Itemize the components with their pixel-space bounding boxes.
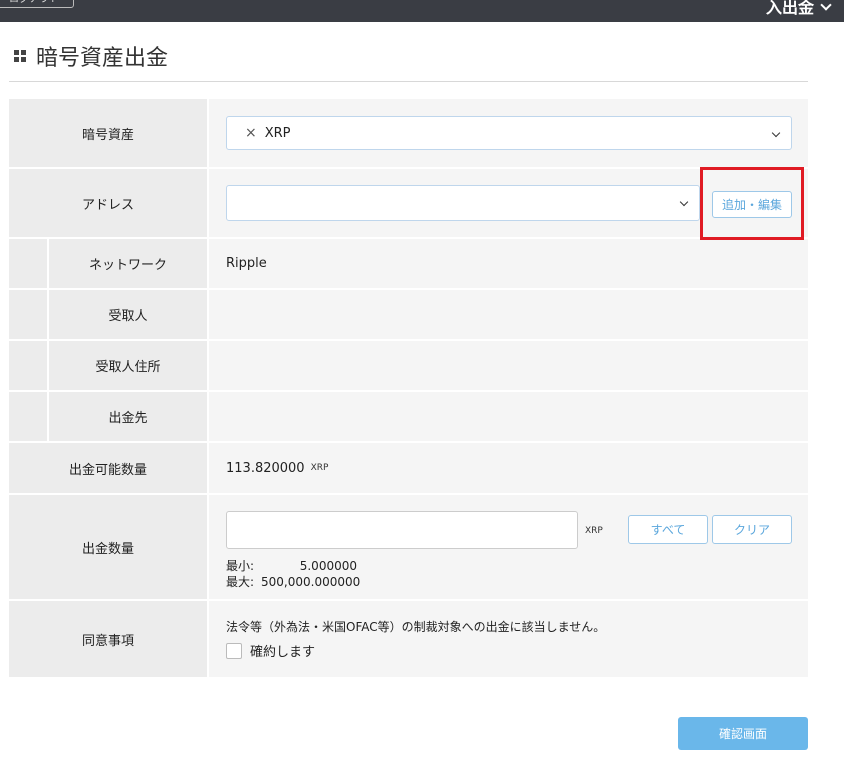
confirm-button[interactable]: 確認画面 [678, 717, 808, 750]
available-row: 出金可能数量 113.820000 XRP [9, 443, 808, 495]
network-row: ネットワーク Ripple [9, 239, 808, 290]
max-value: 500,000.000000 [261, 575, 361, 589]
amount-input[interactable] [226, 511, 578, 549]
highlight-box [700, 167, 804, 240]
logout-button[interactable]: ログアウト [0, 0, 74, 8]
consent-label: 同意事項 [9, 601, 207, 677]
available-unit: XRP [310, 463, 329, 473]
chevron-down-icon [771, 128, 781, 138]
recipient-row: 受取人 [9, 290, 808, 341]
menu-label: 入出金 [765, 0, 814, 17]
amount-unit: XRP [585, 526, 603, 536]
clear-icon[interactable]: × [245, 125, 257, 141]
chevron-down-icon [820, 0, 832, 11]
network-value: Ripple [207, 239, 808, 288]
deposit-withdraw-menu[interactable]: 入出金 [765, 0, 832, 18]
destination-row: 出金先 [9, 392, 808, 443]
page-title-text: 暗号資産出金 [36, 46, 169, 71]
consent-checkbox-wrap[interactable]: 確約します [226, 641, 315, 660]
address-select[interactable] [226, 185, 700, 221]
min-label: 最小: [226, 559, 255, 573]
consent-checkbox-label: 確約します [250, 645, 316, 660]
recipient-label: 受取人 [49, 290, 207, 339]
consent-row: 同意事項 法令等（外為法・米国OFAC等）の制裁対象への出金に該当しません。 確… [9, 601, 808, 677]
destination-label: 出金先 [49, 392, 207, 441]
grid-icon [14, 50, 26, 62]
asset-select[interactable]: × XRP [226, 116, 792, 150]
available-value: 113.820000 [226, 460, 305, 476]
clear-button[interactable]: クリア [712, 515, 792, 544]
amount-label: 出金数量 [9, 495, 207, 599]
amount-row: 出金数量 XRP すべて クリア 最小: 5.000000 最大: 500,000.… [9, 495, 808, 601]
consent-text: 法令等（外為法・米国OFAC等）の制裁対象への出金に該当しません。 [226, 620, 606, 634]
all-button[interactable]: すべて [628, 515, 708, 544]
available-label: 出金可能数量 [9, 443, 207, 493]
chevron-down-icon [679, 197, 689, 207]
recipient-address-row: 受取人住所 [9, 341, 808, 392]
network-label: ネットワーク [49, 239, 207, 288]
page-title: 暗号資産出金 [14, 40, 168, 72]
min-value: 5.000000 [299, 559, 357, 573]
address-row: アドレス 追加・編集 [9, 169, 808, 239]
asset-selected: XRP [264, 125, 291, 141]
recipient-value [207, 290, 808, 339]
amount-limits: 最小: 5.000000 最大: 500,000.000000 [226, 558, 360, 590]
recipient-address-label: 受取人住所 [49, 341, 207, 390]
destination-value [207, 392, 808, 441]
title-divider [9, 81, 808, 82]
withdraw-form: 暗号資産 × XRP アドレス 追加・編集 ネットワーク Ripple 受取人 [9, 99, 808, 677]
asset-row: 暗号資産 × XRP [9, 99, 808, 169]
top-bar: ログアウト 入出金 [0, 0, 844, 22]
max-label: 最大: [226, 575, 255, 589]
address-label: アドレス [9, 169, 207, 237]
asset-label: 暗号資産 [9, 99, 207, 167]
recipient-address-value [207, 341, 808, 390]
consent-checkbox[interactable] [226, 642, 242, 659]
